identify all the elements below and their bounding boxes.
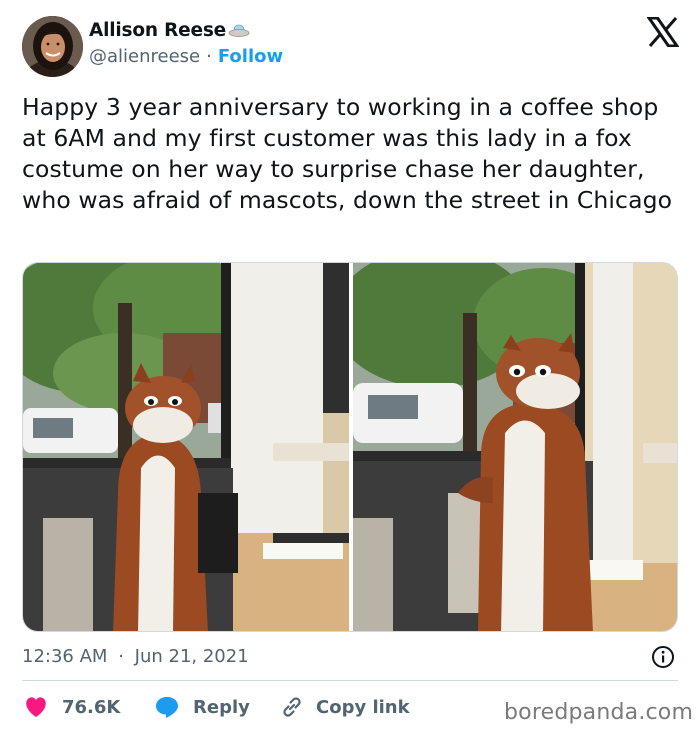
tweet-timestamp[interactable]: 12:36 AM · Jun 21, 2021	[22, 646, 249, 667]
photo-fox-costume-2[interactable]	[353, 263, 677, 631]
info-icon[interactable]	[651, 645, 675, 669]
reply-label: Reply	[193, 696, 250, 718]
copy-link-button[interactable]: Copy link	[280, 693, 410, 721]
reply-button[interactable]: Reply	[155, 693, 250, 721]
tweet-time: 12:36 AM	[22, 646, 108, 667]
heart-icon	[24, 696, 48, 718]
like-button[interactable]: 76.6K	[24, 693, 120, 721]
follow-button[interactable]: Follow	[218, 46, 283, 67]
timestamp-separator: ·	[118, 646, 124, 667]
tweet-header: Allison Reese @alienreese · Follow	[22, 16, 682, 78]
tweet-date: Jun 21, 2021	[134, 646, 249, 667]
x-logo-icon[interactable]	[646, 16, 680, 48]
author-info: Allison Reese @alienreese · Follow	[89, 20, 283, 67]
divider	[22, 680, 678, 681]
avatar[interactable]	[22, 16, 83, 77]
display-name[interactable]: Allison Reese	[89, 20, 226, 41]
handle-row: @alienreese · Follow	[89, 46, 283, 67]
handle-separator: ·	[206, 46, 212, 67]
tweet-text: Happy 3 year anniversary to working in a…	[22, 93, 673, 214]
ufo-badge-icon	[228, 22, 250, 40]
reply-bubble-icon	[155, 696, 179, 718]
author-handle[interactable]: @alienreese	[89, 46, 200, 67]
name-row: Allison Reese	[89, 20, 283, 41]
copy-link-label: Copy link	[316, 696, 410, 718]
like-count: 76.6K	[62, 696, 121, 718]
photo-fox-costume-1[interactable]	[23, 263, 349, 631]
watermark: boredpanda.com	[504, 700, 694, 725]
media-grid[interactable]	[22, 262, 678, 632]
link-icon	[280, 695, 304, 719]
